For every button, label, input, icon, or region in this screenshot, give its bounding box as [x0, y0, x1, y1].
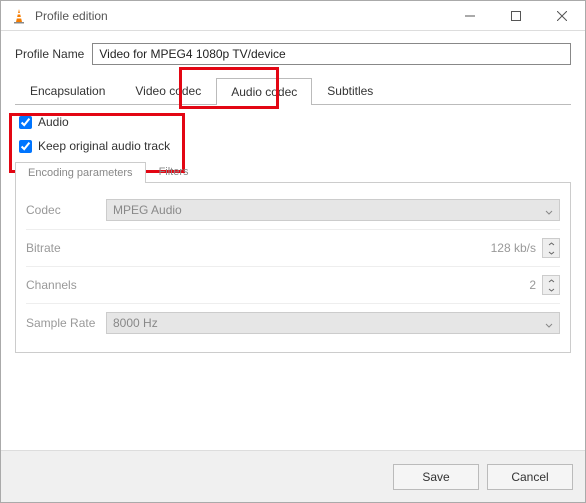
subtab-encoding-parameters[interactable]: Encoding parameters: [15, 162, 146, 183]
tab-audio-codec[interactable]: Audio codec: [216, 78, 312, 105]
channels-spinner[interactable]: 2: [106, 275, 560, 295]
dialog-footer: Save Cancel: [1, 450, 585, 502]
channels-value: 2: [529, 278, 536, 292]
bitrate-row: Bitrate 128 kb/s: [26, 230, 560, 267]
chevron-up-icon[interactable]: [543, 276, 559, 285]
chevron-down-icon[interactable]: [543, 248, 559, 257]
bitrate-spin-buttons[interactable]: [542, 238, 560, 258]
chevron-down-icon: [545, 319, 553, 327]
chevron-down-icon[interactable]: [543, 285, 559, 294]
tab-subtitles[interactable]: Subtitles: [312, 77, 388, 104]
codec-value: MPEG Audio: [113, 203, 182, 217]
samplerate-value: 8000 Hz: [113, 316, 158, 330]
samplerate-select[interactable]: 8000 Hz: [106, 312, 560, 334]
keep-original-checkbox-row: Keep original audio track: [19, 139, 567, 153]
codec-label: Codec: [26, 203, 106, 217]
samplerate-label: Sample Rate: [26, 316, 106, 330]
chevron-up-icon[interactable]: [543, 239, 559, 248]
bitrate-spinner[interactable]: 128 kb/s: [106, 238, 560, 258]
vlc-cone-icon: [11, 8, 27, 24]
codec-row: Codec MPEG Audio: [26, 191, 560, 230]
profile-name-row: Profile Name: [15, 43, 571, 65]
channels-row: Channels 2: [26, 267, 560, 304]
cancel-button[interactable]: Cancel: [487, 464, 573, 490]
keep-original-checkbox-label: Keep original audio track: [38, 139, 170, 153]
channels-label: Channels: [26, 278, 106, 292]
close-button[interactable]: [539, 1, 585, 31]
minimize-button[interactable]: [447, 1, 493, 31]
titlebar: Profile edition: [1, 1, 585, 31]
keep-original-checkbox[interactable]: [19, 140, 32, 153]
save-button[interactable]: Save: [393, 464, 479, 490]
profile-name-label: Profile Name: [15, 47, 84, 61]
content-area: Profile Name Encapsulation Video codec A…: [1, 31, 585, 365]
bitrate-value: 128 kb/s: [491, 241, 536, 255]
encoding-subtabs: Encoding parameters Filters: [15, 161, 571, 183]
audio-checkbox-label: Audio: [38, 115, 69, 129]
encoding-parameters-panel: Codec MPEG Audio Bitrate 128 kb/s: [15, 183, 571, 353]
codec-tabs: Encapsulation Video codec Audio codec Su…: [15, 77, 571, 105]
audio-checkbox-row: Audio: [19, 115, 567, 129]
channels-spin-buttons[interactable]: [542, 275, 560, 295]
window-title: Profile edition: [35, 9, 108, 23]
tab-encapsulation[interactable]: Encapsulation: [15, 77, 120, 104]
bitrate-label: Bitrate: [26, 241, 106, 255]
samplerate-row: Sample Rate 8000 Hz: [26, 304, 560, 342]
subtab-filters[interactable]: Filters: [146, 161, 202, 182]
maximize-button[interactable]: [493, 1, 539, 31]
codec-select[interactable]: MPEG Audio: [106, 199, 560, 221]
profile-name-input[interactable]: [92, 43, 571, 65]
chevron-down-icon: [545, 206, 553, 214]
tab-video-codec[interactable]: Video codec: [120, 77, 216, 104]
audio-checkbox[interactable]: [19, 116, 32, 129]
